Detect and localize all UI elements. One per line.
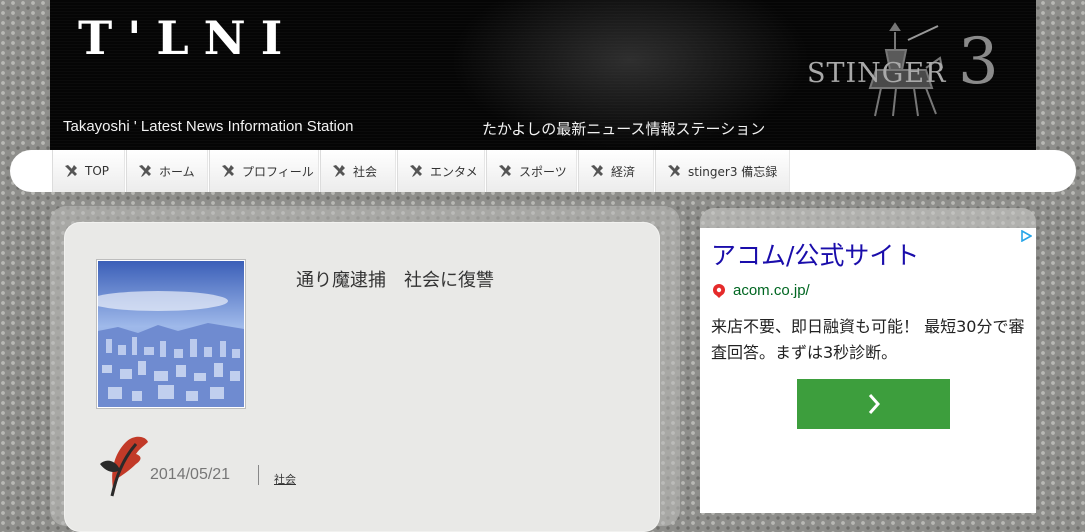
tools-icon <box>222 165 234 177</box>
chevron-right-icon <box>868 394 880 414</box>
ad-cta-button[interactable] <box>797 379 950 429</box>
nav-item-entertainment[interactable]: エンタメ <box>397 150 485 192</box>
site-header: T'LNI Takayoshi ' Latest News Informatio… <box>50 0 1036 150</box>
nav-item-label: stinger3 備忘録 <box>688 164 778 179</box>
site-title[interactable]: T'LNI <box>78 10 297 66</box>
stinger3-logo: STINGER 3 <box>800 20 1020 130</box>
ad-headline-link[interactable]: アコム/公式サイト <box>711 236 919 272</box>
nav-item-stinger3-notes[interactable]: stinger3 備忘録 <box>655 150 790 192</box>
tools-icon <box>65 165 77 177</box>
city-skyline-image <box>98 261 244 407</box>
stinger-logo-text: STINGER <box>807 58 947 89</box>
tools-icon <box>499 165 511 177</box>
tools-icon <box>333 165 345 177</box>
nav-item-society[interactable]: 社会 <box>320 150 396 192</box>
post-category-link[interactable]: 社会 <box>274 471 296 487</box>
nav-item-label: プロフィール <box>242 164 314 179</box>
nav-item-label: TOP <box>85 164 110 178</box>
nav-item-sports[interactable]: スポーツ <box>486 150 577 192</box>
sidebar-ad[interactable]: アコム/公式サイト acom.co.jp/ 来店不要、即日融資も可能！ 最短30… <box>700 228 1036 513</box>
nav-item-label: スポーツ <box>519 164 567 179</box>
nav-item-label: ホーム <box>159 164 195 179</box>
location-pin-icon <box>713 283 725 298</box>
stinger-logo-number: 3 <box>958 25 999 99</box>
tagline-english: Takayoshi ' Latest News Information Stat… <box>63 118 354 135</box>
tagline-japanese: たかよしの最新ニュース情報ステーション <box>482 120 766 138</box>
tools-icon <box>410 165 422 177</box>
ad-display-url[interactable]: acom.co.jp/ <box>733 282 810 299</box>
post-date: 2014/05/21 <box>150 466 231 483</box>
adchoices-icon[interactable] <box>1020 230 1032 242</box>
global-navigation: TOP ホーム プロフィール 社会 エンタメ スポーツ 経済 stinger3 … <box>10 150 1076 192</box>
tools-icon <box>591 165 603 177</box>
nav-item-top[interactable]: TOP <box>52 150 125 192</box>
ad-url-row[interactable]: acom.co.jp/ <box>711 282 810 299</box>
nav-item-economy[interactable]: 経済 <box>578 150 654 192</box>
nav-item-profile[interactable]: プロフィール <box>209 150 319 192</box>
nav-item-label: エンタメ <box>430 164 478 179</box>
meta-divider <box>258 465 259 485</box>
tools-icon <box>668 165 680 177</box>
article-thumbnail[interactable] <box>97 260 245 408</box>
ad-description: 来店不要、即日融資も可能！ 最短30分で審査回答。まずは3秒診断。 <box>711 317 1025 362</box>
tools-icon <box>139 165 151 177</box>
article-card: 通り魔逮捕 社会に復讐 2014/05/21 社会 <box>64 222 660 532</box>
nav-item-label: 社会 <box>353 164 378 179</box>
nav-item-home[interactable]: ホーム <box>126 150 208 192</box>
article-title[interactable]: 通り魔逮捕 社会に復讐 <box>296 266 494 292</box>
nav-item-label: 経済 <box>611 164 636 179</box>
feather-avatar-icon <box>100 436 148 497</box>
